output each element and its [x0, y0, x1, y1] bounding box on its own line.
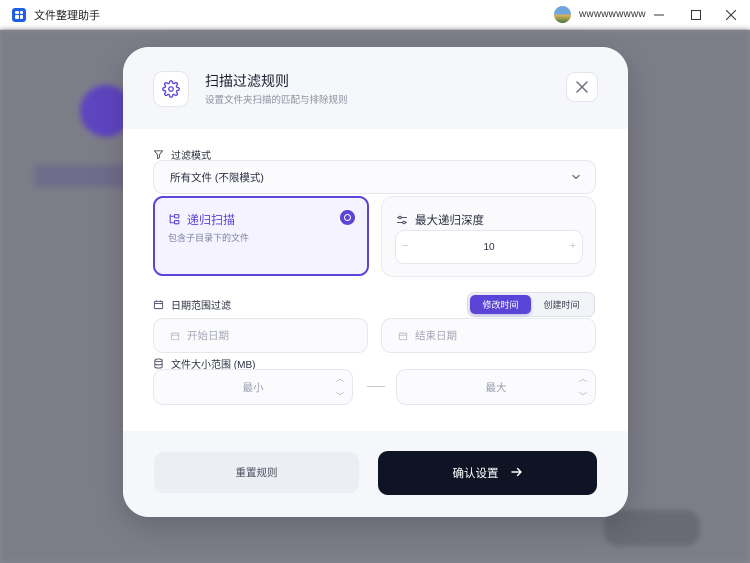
recursive-scan-title: 递归扫描 — [187, 213, 236, 227]
recursive-scan-option[interactable]: 递归扫描 包含子目录下的文件 — [153, 196, 369, 276]
date-range-label: 日期范围过滤 — [153, 297, 231, 312]
confirm-settings-button[interactable]: 确认设置 — [378, 451, 597, 495]
maximize-button[interactable] — [679, 0, 713, 30]
database-icon — [154, 358, 163, 369]
max-depth-value[interactable]: 10 — [483, 242, 494, 253]
decrement-arrow-icon[interactable]: ﹀ — [579, 391, 587, 402]
min-size-input[interactable]: 最小 ︿ ﹀ — [153, 369, 353, 405]
window-title: 文件整理助手 — [34, 9, 100, 22]
settings-gear-icon — [153, 71, 189, 107]
calendar-icon — [398, 332, 408, 340]
minimize-button[interactable] — [642, 0, 676, 30]
max-depth-stepper[interactable]: − 10 + — [395, 230, 583, 264]
close-window-button[interactable] — [714, 0, 748, 30]
close-dialog-button[interactable] — [566, 72, 598, 102]
range-separator — [367, 386, 385, 387]
filter-icon — [153, 150, 164, 160]
filter-mode-select[interactable]: 所有文件 (不限模式) — [153, 160, 596, 194]
increment-button[interactable]: + — [570, 240, 576, 252]
close-icon — [726, 10, 736, 20]
minimize-icon — [654, 14, 664, 16]
dialog-header — [123, 47, 628, 129]
recursive-scan-desc: 包含子目录下的文件 — [168, 233, 250, 243]
maximize-icon — [691, 10, 701, 20]
decrement-button[interactable]: − — [402, 240, 408, 252]
toggle-created-time[interactable]: 创建时间 — [531, 295, 592, 314]
user-account[interactable]: wwwwwwwww — [554, 6, 646, 23]
sliders-icon — [397, 215, 407, 225]
max-size-input[interactable]: 最大 ︿ ﹀ — [396, 369, 596, 405]
dialog-title: 扫描过滤规则 — [205, 73, 289, 89]
increment-arrow-icon[interactable]: ︿ — [579, 373, 587, 384]
start-date-input[interactable]: 开始日期 — [153, 318, 368, 353]
close-icon — [576, 81, 588, 93]
max-depth-card: 最大递归深度 − 10 + — [381, 196, 596, 277]
min-size-placeholder: 最小 — [242, 381, 264, 394]
filter-mode-value[interactable]: 所有文件 (不限模式) — [170, 170, 264, 185]
recursive-check-icon[interactable] — [340, 210, 355, 225]
reset-rules-button[interactable]: 重置规则 — [154, 452, 359, 493]
toggle-modified-time[interactable]: 修改时间 — [470, 295, 531, 314]
dialog-subtitle: 设置文件夹扫描的匹配与排除规则 — [205, 95, 348, 106]
max-depth-title: 最大递归深度 — [415, 215, 484, 227]
username[interactable]: wwwwwwwww — [579, 9, 646, 20]
app-logo-icon — [12, 7, 26, 22]
folder-tree-icon — [169, 214, 180, 225]
max-size-placeholder: 最大 — [485, 381, 507, 394]
calendar-icon — [153, 300, 164, 310]
avatar[interactable] — [554, 6, 571, 23]
scan-filter-dialog: 扫描过滤规则 设置文件夹扫描的匹配与排除规则 过滤模式 所有文件 (不限模式) … — [123, 47, 628, 517]
window-titlebar: 文件整理助手 wwwwwwwww — [0, 0, 750, 30]
date-type-toggle: 修改时间 创建时间 — [467, 292, 595, 317]
chevron-down-icon — [572, 174, 580, 180]
end-date-input[interactable]: 结束日期 — [381, 318, 596, 353]
increment-arrow-icon[interactable]: ︿ — [336, 373, 344, 384]
confirm-label: 确认设置 — [452, 468, 499, 480]
arrow-right-icon — [510, 466, 523, 481]
decrement-arrow-icon[interactable]: ﹀ — [336, 391, 344, 402]
calendar-icon — [170, 332, 180, 340]
